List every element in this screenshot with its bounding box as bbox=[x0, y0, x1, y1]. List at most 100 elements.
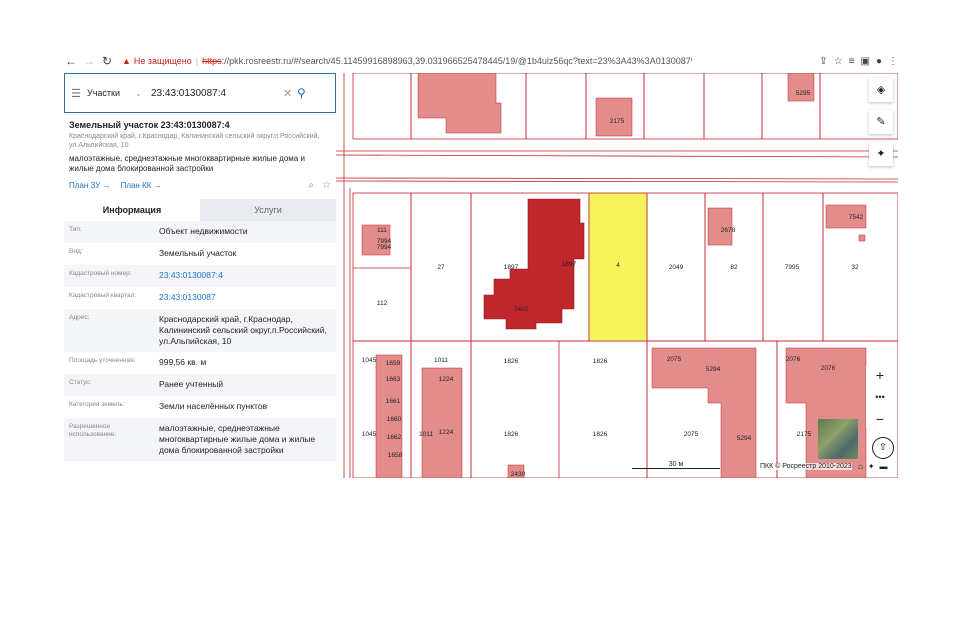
favorite-icon[interactable]: ☆ bbox=[322, 180, 331, 191]
parcel-label: 1826 bbox=[504, 431, 519, 438]
row-label: Статус: bbox=[69, 379, 92, 386]
plan-kk-link[interactable]: План КК → bbox=[121, 181, 162, 190]
menu-icon[interactable]: ☰ bbox=[65, 87, 87, 100]
road-line bbox=[336, 177, 898, 180]
zoom-out-button[interactable]: − bbox=[876, 410, 884, 428]
parcel-outline[interactable] bbox=[643, 73, 705, 140]
row-label: Вид: bbox=[69, 248, 83, 255]
home-icon[interactable]: ⌂ bbox=[858, 462, 863, 471]
parcel-label: 1663 bbox=[386, 376, 401, 383]
row-label: Площадь уточненная: bbox=[69, 357, 136, 364]
cadastral-map[interactable]: 111 7994 7994 112 27 1897 1897 7402 4 2049 82 7995 3… bbox=[336, 73, 898, 478]
tab-services[interactable]: Услуги bbox=[200, 199, 336, 221]
parcel-label: 1826 bbox=[593, 431, 608, 438]
parcel-label: 5295 bbox=[796, 90, 811, 97]
cadastral-number-link[interactable]: 23:43:0130087:4 bbox=[159, 270, 331, 282]
table-row: Площадь уточненная: 999,56 кв. м bbox=[64, 352, 336, 374]
parcel-label: 2075 bbox=[667, 356, 682, 363]
basemap-thumbnail[interactable] bbox=[818, 419, 858, 459]
back-icon[interactable]: ← bbox=[62, 54, 80, 68]
row-label: Разрешенное использование: bbox=[69, 423, 117, 438]
browser-toolbar: ← → ↻ ▲ Не защищено | https ://pkk.rosre… bbox=[62, 50, 898, 72]
forward-icon[interactable]: → bbox=[80, 54, 98, 68]
chevron-down-icon[interactable]: ⌄ bbox=[135, 89, 149, 98]
parcel-label: 1045 bbox=[362, 431, 377, 438]
parcel-label: 2430 bbox=[511, 471, 526, 478]
search-input[interactable] bbox=[149, 86, 283, 100]
row-value: Ранее учтенный bbox=[159, 379, 224, 389]
parcel-label: 1659 bbox=[386, 360, 401, 367]
share-icon[interactable]: ⇪ bbox=[819, 56, 827, 67]
clear-icon[interactable]: ✕ bbox=[283, 87, 297, 100]
parcel-address: Краснодарский край, г.Краснодар, Калинин… bbox=[69, 133, 320, 149]
building[interactable] bbox=[858, 234, 866, 242]
parcel-label: 2076 bbox=[786, 356, 801, 363]
parcel-label: 2175 bbox=[797, 431, 812, 438]
url-scheme[interactable]: https bbox=[202, 56, 222, 66]
layer-select[interactable]: Участки bbox=[87, 88, 135, 98]
parcel-label: 112 bbox=[377, 300, 388, 307]
map-footer-icons: ⌂ ✦ ▬ bbox=[858, 462, 888, 471]
profile-icon[interactable]: ● bbox=[876, 56, 882, 67]
map-tools: ◈ ✎ ✦ bbox=[869, 78, 893, 166]
more-icon[interactable]: ••• bbox=[875, 388, 884, 406]
parcel-label: 7402 bbox=[514, 306, 529, 313]
ruler-icon[interactable]: ✎ bbox=[869, 110, 893, 134]
row-label: Категория земель: bbox=[69, 401, 125, 408]
parcel-label: 1897 bbox=[562, 261, 577, 268]
cadastral-quarter-link[interactable]: 23:43:0130087 bbox=[159, 292, 331, 304]
tab-bar: Информация Услуги bbox=[64, 199, 336, 221]
plan-zu-link[interactable]: План ЗУ → bbox=[69, 181, 111, 190]
row-value: Земельный участок bbox=[159, 248, 237, 258]
table-row: Разрешенное использование: малоэтажные, с… bbox=[64, 418, 336, 461]
search-bar: ☰ Участки ⌄ ✕ ⚲ bbox=[64, 73, 336, 113]
row-value: 999,56 кв. м bbox=[159, 357, 207, 367]
screen-icon[interactable]: ▬ bbox=[880, 462, 888, 471]
zoom-in-button[interactable]: + bbox=[876, 366, 884, 384]
parcel-label: 1011 bbox=[434, 357, 448, 364]
parcel-label: 1662 bbox=[387, 434, 402, 441]
star-icon[interactable]: ☆ bbox=[834, 56, 843, 67]
parcel-label: 2678 bbox=[721, 227, 736, 234]
warning-icon: ▲ bbox=[122, 56, 131, 66]
reading-list-icon[interactable]: ≡ bbox=[849, 56, 855, 67]
parcel-label: 111 bbox=[377, 227, 387, 234]
reload-icon[interactable]: ↻ bbox=[98, 54, 116, 68]
parcel-label: 1897 bbox=[504, 264, 519, 271]
parcel-outline[interactable] bbox=[352, 73, 412, 140]
search-icon[interactable]: ⚲ bbox=[297, 86, 315, 100]
plan-links: План ЗУ → План КК → ⌕ ☆ bbox=[69, 180, 331, 191]
locate-icon[interactable]: ✦ bbox=[869, 142, 893, 166]
layers-icon[interactable]: ◈ bbox=[869, 78, 893, 102]
row-value: Земли населённых пунктов bbox=[159, 401, 268, 411]
parcel-outline[interactable] bbox=[703, 73, 763, 140]
address-bar[interactable]: ://pkk.rosreestr.ru/#/search/45.11459916… bbox=[222, 56, 692, 66]
info-panel: ☰ Участки ⌄ ✕ ⚲ Земельный участок 23:43:… bbox=[64, 73, 336, 478]
parcel-label: 4 bbox=[616, 262, 620, 269]
map-canvas[interactable]: 1117994799411227 1897 189774024 2049 82 7995 3… bbox=[336, 73, 898, 478]
building[interactable] bbox=[651, 347, 757, 478]
road-line bbox=[336, 154, 898, 158]
parcel-label: 1045 bbox=[362, 357, 377, 364]
road-line bbox=[336, 180, 898, 183]
parcel-label: 7994 bbox=[377, 244, 392, 251]
parcel-label: 7542 bbox=[849, 214, 864, 221]
parcel-outline[interactable] bbox=[525, 73, 587, 140]
sidepanel-icon[interactable]: ▣ bbox=[861, 56, 870, 67]
security-warning[interactable]: Не защищено bbox=[134, 56, 192, 66]
building[interactable] bbox=[417, 73, 502, 134]
compass-icon[interactable]: ⇧ bbox=[872, 437, 894, 459]
north-icon[interactable]: ✦ bbox=[868, 462, 875, 471]
parcel-outline[interactable] bbox=[352, 192, 412, 342]
zoom-to-icon[interactable]: ⌕ bbox=[308, 180, 314, 191]
parcel-label: 27 bbox=[437, 264, 445, 271]
parcel-label: 1826 bbox=[593, 358, 608, 365]
tab-info[interactable]: Информация bbox=[64, 199, 200, 221]
menu-icon[interactable]: ⋮ bbox=[888, 56, 898, 67]
building[interactable] bbox=[595, 97, 633, 137]
building[interactable] bbox=[421, 367, 463, 478]
parcel-label: 1660 bbox=[387, 416, 402, 423]
parcel-label: 7995 bbox=[785, 264, 800, 271]
copyright: ПКК © Росреестр 2010-2023 bbox=[760, 463, 852, 470]
parcel-label: 1224 bbox=[439, 376, 454, 383]
